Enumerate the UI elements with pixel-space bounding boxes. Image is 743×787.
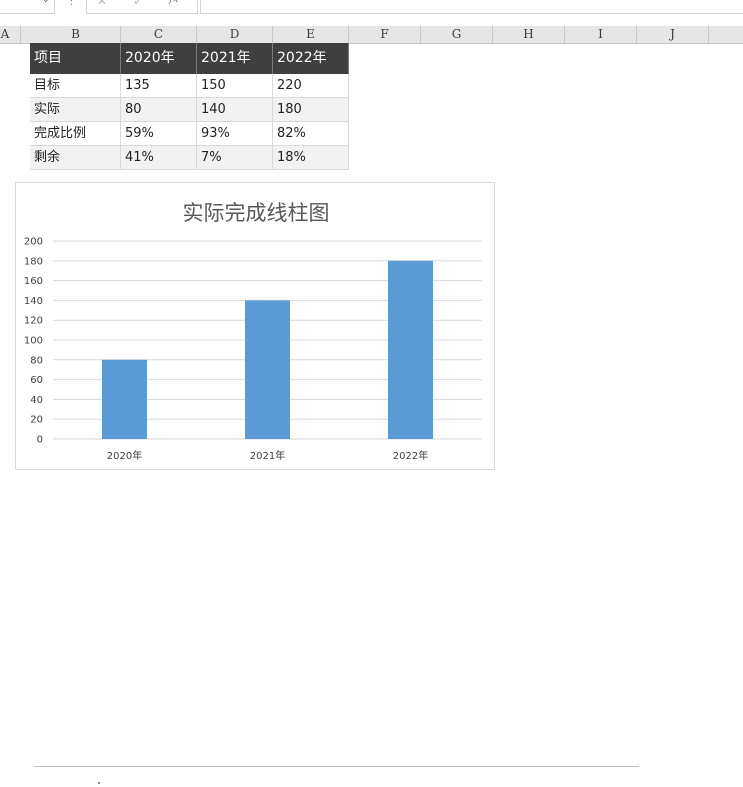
column-header-g[interactable]: G <box>421 26 493 43</box>
table-cell[interactable]: 80 <box>121 98 197 122</box>
formula-buttons: ✕ ✓ fx <box>86 0 198 14</box>
table-cell[interactable]: 完成比例 <box>30 122 121 146</box>
column-header-b[interactable]: B <box>31 26 121 43</box>
column-header-c[interactable]: C <box>121 26 197 43</box>
table-cell[interactable]: 剩余 <box>30 146 121 170</box>
table-cell[interactable]: 目标 <box>30 74 121 98</box>
y-tick-label: 100 <box>24 336 43 347</box>
table-cell[interactable]: 135 <box>121 74 197 98</box>
bar[interactable] <box>388 260 433 439</box>
column-header-e[interactable]: E <box>273 26 349 43</box>
dot-mark <box>98 782 100 784</box>
table-header-cell[interactable]: 2020年 <box>121 43 197 74</box>
cancel-x-icon[interactable]: ✕ <box>97 0 107 8</box>
formula-bar-resize-handle[interactable]: ⋮ <box>66 0 77 7</box>
table-cell[interactable]: 82% <box>273 122 349 146</box>
table-cell[interactable]: 7% <box>197 146 273 170</box>
fx-icon[interactable]: fx <box>169 0 178 5</box>
divider <box>34 766 639 767</box>
name-box[interactable]: ⌄ <box>0 0 55 14</box>
column-header-a[interactable]: A <box>0 26 21 43</box>
table-cell[interactable]: 18% <box>273 146 349 170</box>
table-header-cell[interactable]: 2021年 <box>197 43 273 74</box>
x-category-label: 2022年 <box>393 449 428 462</box>
column-header-j[interactable]: J <box>637 26 709 43</box>
y-tick-label: 120 <box>24 316 43 327</box>
y-tick-label: 200 <box>24 237 43 248</box>
table-cell[interactable]: 180 <box>273 98 349 122</box>
table-cell[interactable]: 实际 <box>30 98 121 122</box>
column-header-f[interactable]: F <box>349 26 421 43</box>
table-cell[interactable]: 59% <box>121 122 197 146</box>
table-header-cell[interactable]: 2022年 <box>273 43 349 74</box>
column-header-i[interactable]: I <box>565 26 637 43</box>
y-tick-label: 160 <box>24 276 43 287</box>
table-cell[interactable]: 140 <box>197 98 273 122</box>
x-category-label: 2020年 <box>107 449 142 462</box>
x-category-label: 2021年 <box>250 449 285 462</box>
chevron-down-icon[interactable]: ⌄ <box>42 0 50 5</box>
column-header-h[interactable]: H <box>493 26 565 43</box>
column-header-d[interactable]: D <box>197 26 273 43</box>
y-tick-label: 140 <box>24 296 43 307</box>
bar[interactable] <box>102 359 147 439</box>
table-cell[interactable]: 93% <box>197 122 273 146</box>
y-tick-label: 180 <box>24 256 43 267</box>
formula-input[interactable] <box>200 0 743 14</box>
column-header-partial[interactable] <box>709 26 743 43</box>
enter-check-icon[interactable]: ✓ <box>133 0 143 8</box>
table-header-cell[interactable]: 项目 <box>30 43 121 74</box>
table-cell[interactable]: 41% <box>121 146 197 170</box>
formula-bar: ⌄ ⋮ ✕ ✓ fx <box>0 0 743 14</box>
column-headers: ABCDEFGHIJ <box>0 26 743 44</box>
table-cell[interactable]: 220 <box>273 74 349 98</box>
bar[interactable] <box>245 300 290 439</box>
chart-plot-area: 0 20 40 60 80 100 120 140 160 180 200 2020年 2021年 202… <box>24 237 482 462</box>
y-tick-label: 40 <box>30 395 43 406</box>
y-tick-label: 60 <box>30 375 43 386</box>
y-tick-label: 0 <box>37 435 43 446</box>
y-tick-label: 80 <box>30 355 43 366</box>
y-tick-label: 20 <box>30 415 43 426</box>
table-cell[interactable]: 150 <box>197 74 273 98</box>
chart[interactable]: 实际完成线柱图 0 20 40 60 80 100 120 140 160 180 200 2020年… <box>15 182 495 470</box>
